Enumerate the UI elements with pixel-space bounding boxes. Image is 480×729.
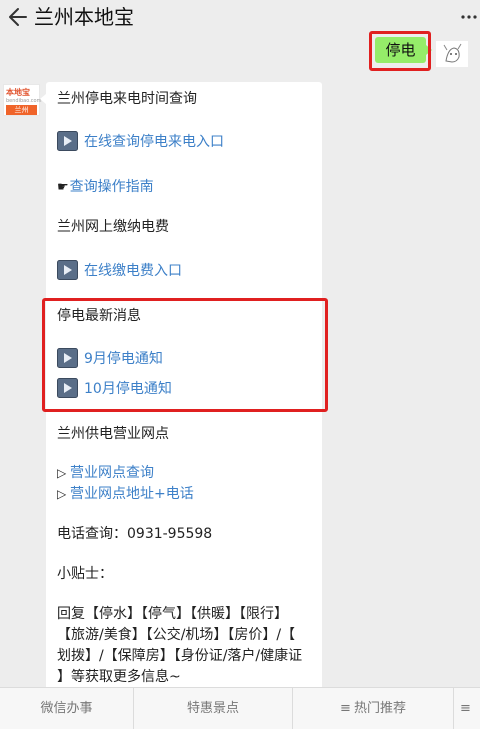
outage-query-link-text: 在线查询停电来电入口 bbox=[84, 134, 224, 150]
guide-link-text: 查询操作指南 bbox=[69, 179, 154, 195]
pay-bill-heading: 兰州网上缴纳电费 bbox=[57, 219, 169, 235]
service-outlets-heading: 兰州供电营业网点 bbox=[57, 426, 169, 442]
menu-icon: ≡ bbox=[340, 701, 351, 716]
phone-query-text: 电话查询：0931-95598 bbox=[57, 526, 213, 542]
play-button-icon bbox=[57, 260, 78, 280]
power-outage-query-heading: 兰州停电来电时间查询 bbox=[57, 91, 197, 107]
tips-line-2: 【旅游/美食】【公交/机场】【房价】/【 bbox=[57, 627, 296, 643]
pay-bill-link[interactable]: 在线缴电费入口 bbox=[57, 260, 182, 281]
tips-line-3: 划拨】/【保障房】【身份证/落户/健康证 bbox=[57, 648, 303, 664]
tips-line-4: 】等获取更多信息~ bbox=[57, 669, 181, 685]
menu-icon: ≡ bbox=[460, 701, 471, 716]
pointing-hand-icon: ☛ bbox=[57, 180, 69, 195]
pay-bill-link-text: 在线缴电费入口 bbox=[84, 263, 182, 279]
triangle-right-icon: ▷ bbox=[57, 466, 67, 480]
tab-discount-attractions[interactable]: 特惠景点 bbox=[134, 688, 292, 729]
outlet-query-link-text: 营业网点查询 bbox=[70, 465, 154, 481]
tab-hot-recommendations-label: 热门推荐 bbox=[353, 701, 406, 716]
play-button-icon bbox=[57, 131, 78, 151]
outlet-query-link[interactable]: ▷ 营业网点查询 bbox=[57, 463, 154, 483]
bot-avatar-brand: 本地宝 bbox=[6, 88, 30, 97]
back-arrow-icon[interactable] bbox=[4, 4, 30, 30]
bottom-menu-bar: 微信办事 特惠景点 ≡ 热门推荐 ≡ bbox=[0, 687, 480, 729]
bot-avatar[interactable]: 本地宝 bendibao.com 兰州 bbox=[3, 84, 42, 116]
guide-link[interactable]: ☛查询操作指南 bbox=[57, 177, 154, 198]
highlight-box-latest-news bbox=[42, 298, 328, 412]
triangle-right-icon: ▷ bbox=[57, 487, 67, 501]
tab-hot-recommendations[interactable]: ≡ 热门推荐 bbox=[293, 688, 453, 729]
outlet-address-link-text: 营业网点地址+电话 bbox=[70, 486, 194, 502]
outage-query-link[interactable]: 在线查询停电来电入口 bbox=[57, 131, 224, 152]
more-options-icon[interactable] bbox=[460, 8, 478, 26]
outlet-address-link[interactable]: ▷ 营业网点地址+电话 bbox=[57, 484, 194, 504]
tab-wechat-services[interactable]: 微信办事 bbox=[0, 688, 133, 729]
highlight-box-user-message bbox=[369, 31, 431, 71]
tips-line-1: 回复【停水】【停气】【供暖】【限行】 bbox=[57, 606, 288, 622]
bot-avatar-city: 兰州 bbox=[6, 105, 37, 115]
bot-avatar-sub: bendibao.com bbox=[6, 98, 42, 104]
chat-title: 兰州本地宝 bbox=[34, 5, 134, 29]
keyboard-toggle[interactable]: ≡ bbox=[454, 688, 480, 729]
tips-title: 小贴士： bbox=[57, 566, 113, 582]
user-avatar[interactable] bbox=[436, 41, 468, 67]
